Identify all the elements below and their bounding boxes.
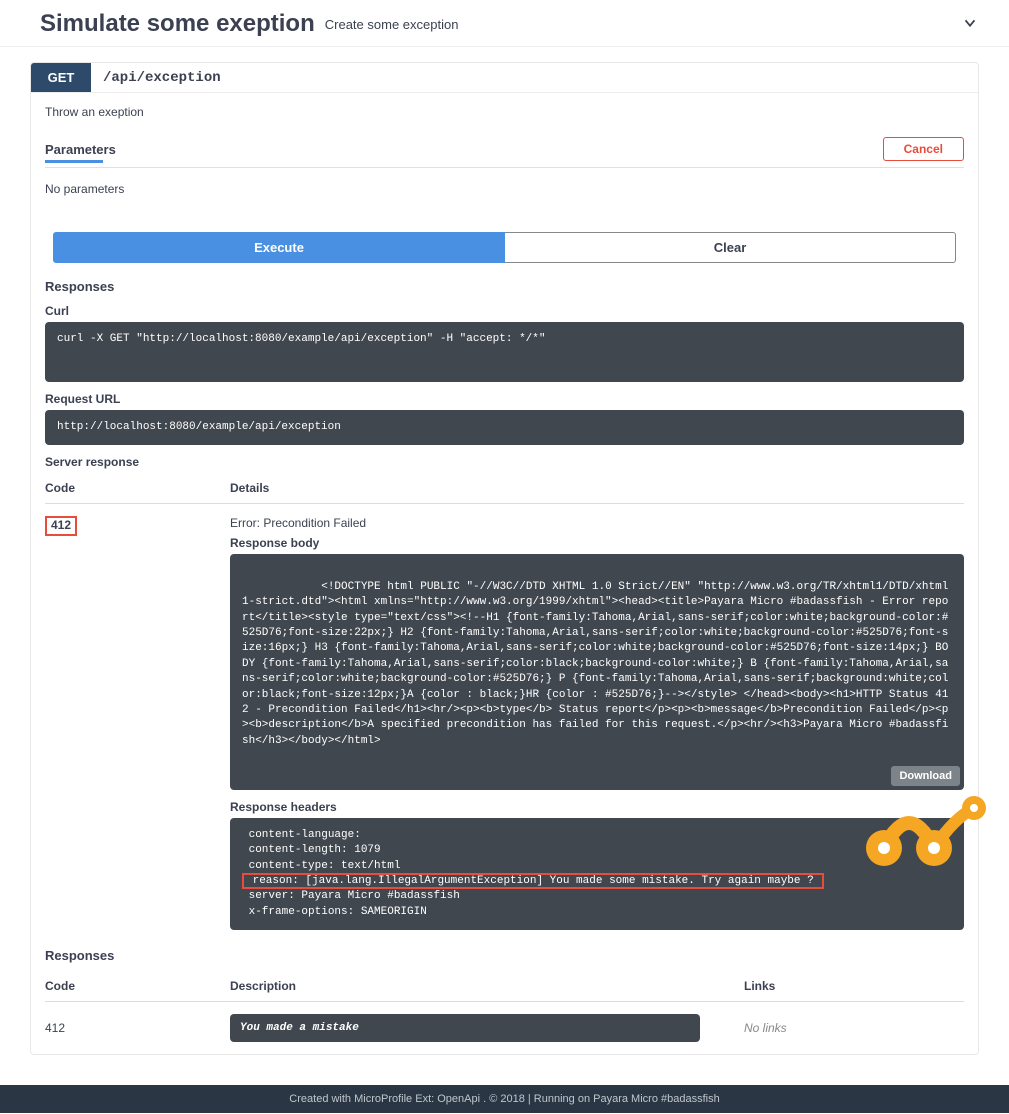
no-parameters-text: No parameters: [45, 168, 964, 226]
operation-title: Simulate some exeption: [40, 10, 315, 38]
col-code: Code: [45, 979, 230, 993]
response-code: 412: [45, 516, 77, 536]
execute-button[interactable]: Execute: [53, 232, 505, 263]
curl-output[interactable]: curl -X GET "http://localhost:8080/examp…: [45, 322, 964, 382]
operation-summary-bar[interactable]: GET /api/exception: [31, 63, 978, 93]
col-details: Details: [230, 481, 964, 495]
doc-response-code: 412: [45, 1021, 230, 1035]
error-text: Error: Precondition Failed: [230, 516, 964, 530]
operation-description: Create some exception: [325, 17, 459, 32]
col-links: Links: [744, 979, 964, 993]
operation-header[interactable]: Simulate some exeption Create some excep…: [0, 0, 1009, 47]
cancel-button[interactable]: Cancel: [883, 137, 964, 161]
doc-response-links: No links: [744, 1021, 964, 1035]
operation-block: GET /api/exception Throw an exeption Par…: [30, 62, 979, 1055]
server-response-table-header: Code Details: [45, 473, 964, 504]
clear-button[interactable]: Clear: [505, 232, 956, 263]
doc-response-message: You made a mistake: [230, 1014, 700, 1042]
endpoint-path: /api/exception: [91, 70, 221, 86]
curl-label: Curl: [45, 304, 964, 318]
response-headers[interactable]: content-language: content-length: 1079 c…: [230, 818, 964, 930]
col-code: Code: [45, 481, 230, 495]
request-url-label: Request URL: [45, 392, 964, 406]
responses-heading: Responses: [45, 279, 964, 294]
doc-responses-heading: Responses: [45, 948, 964, 963]
response-body-label: Response body: [230, 536, 964, 550]
operation-summary-text: Throw an exeption: [45, 105, 964, 119]
method-badge: GET: [31, 63, 91, 92]
footer: Created with MicroProfile Ext: OpenApi .…: [0, 1085, 1009, 1113]
reason-header-highlighted: reason: [java.lang.IllegalArgumentExcept…: [242, 873, 824, 889]
chevron-down-icon[interactable]: [961, 14, 979, 35]
response-headers-label: Response headers: [230, 800, 964, 814]
doc-response-row: 412 You made a mistake No links: [45, 1002, 964, 1042]
col-description: Description: [230, 979, 744, 993]
response-body[interactable]: <!DOCTYPE html PUBLIC "-//W3C//DTD XHTML…: [230, 554, 964, 789]
parameters-header: Parameters Cancel: [45, 137, 964, 168]
logo-icon: [859, 778, 999, 871]
request-url-value[interactable]: http://localhost:8080/example/api/except…: [45, 410, 964, 445]
doc-responses-table-header: Code Description Links: [45, 971, 964, 1002]
server-response-row: 412 Error: Precondition Failed Response …: [45, 504, 964, 930]
server-response-label: Server response: [45, 455, 964, 469]
